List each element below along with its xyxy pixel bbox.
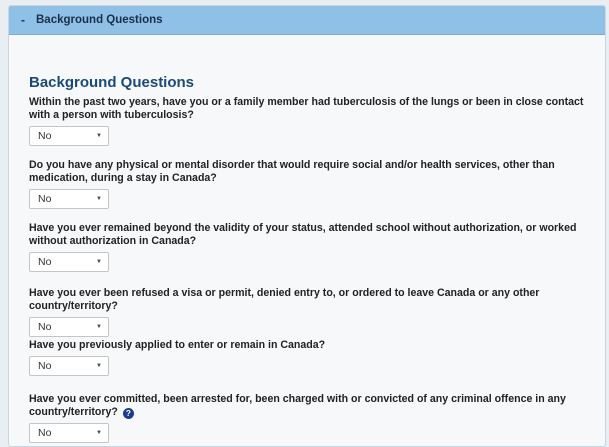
question-tuberculosis: Within the past two years, have you or a… — [29, 96, 589, 146]
question-label: Have you ever committed, been arrested f… — [29, 393, 605, 419]
question-label-text: Have you ever committed, been arrested f… — [29, 393, 566, 418]
select-value: No — [38, 427, 52, 439]
question-medical-disorder: Do you have any physical or mental disor… — [29, 159, 589, 209]
chevron-down-icon: ▼ — [96, 324, 102, 330]
question-refused-visa: Have you ever been refused a visa or per… — [29, 287, 589, 337]
background-questions-panel: - Background Questions Background Questi… — [8, 5, 606, 447]
collapse-toggle-icon[interactable]: - — [14, 13, 32, 27]
previously-applied-select[interactable]: No ▼ — [29, 356, 109, 376]
select-value: No — [38, 360, 52, 372]
medical-disorder-select[interactable]: No ▼ — [29, 189, 109, 209]
help-icon[interactable]: ? — [122, 408, 134, 419]
question-label: Within the past two years, have you or a… — [29, 96, 584, 121]
select-value: No — [38, 321, 52, 333]
question-previously-applied: Have you previously applied to enter or … — [29, 339, 589, 376]
question-criminal-offence: Have you ever committed, been arrested f… — [29, 393, 605, 443]
select-value: No — [38, 130, 52, 142]
chevron-down-icon: ▼ — [96, 430, 102, 436]
panel-header[interactable]: - Background Questions — [9, 6, 605, 35]
question-label: Do you have any physical or mental disor… — [29, 159, 555, 184]
status-violation-select[interactable]: No ▼ — [29, 252, 109, 272]
refused-visa-select[interactable]: No ▼ — [29, 317, 109, 337]
chevron-down-icon: ▼ — [96, 196, 102, 202]
criminal-offence-select[interactable]: No ▼ — [29, 423, 109, 443]
chevron-down-icon: ▼ — [96, 363, 102, 369]
select-value: No — [38, 193, 52, 205]
chevron-down-icon: ▼ — [96, 259, 102, 265]
tuberculosis-select[interactable]: No ▼ — [29, 126, 109, 146]
question-label: Have you ever remained beyond the validi… — [29, 222, 577, 247]
chevron-down-icon: ▼ — [96, 133, 102, 139]
section-heading: Background Questions — [29, 74, 195, 91]
question-label: Have you previously applied to enter or … — [29, 339, 326, 351]
select-value: No — [38, 256, 52, 268]
panel-title[interactable]: Background Questions — [36, 14, 163, 26]
question-status-violation: Have you ever remained beyond the validi… — [29, 222, 589, 272]
question-label: Have you ever been refused a visa or per… — [29, 287, 540, 312]
